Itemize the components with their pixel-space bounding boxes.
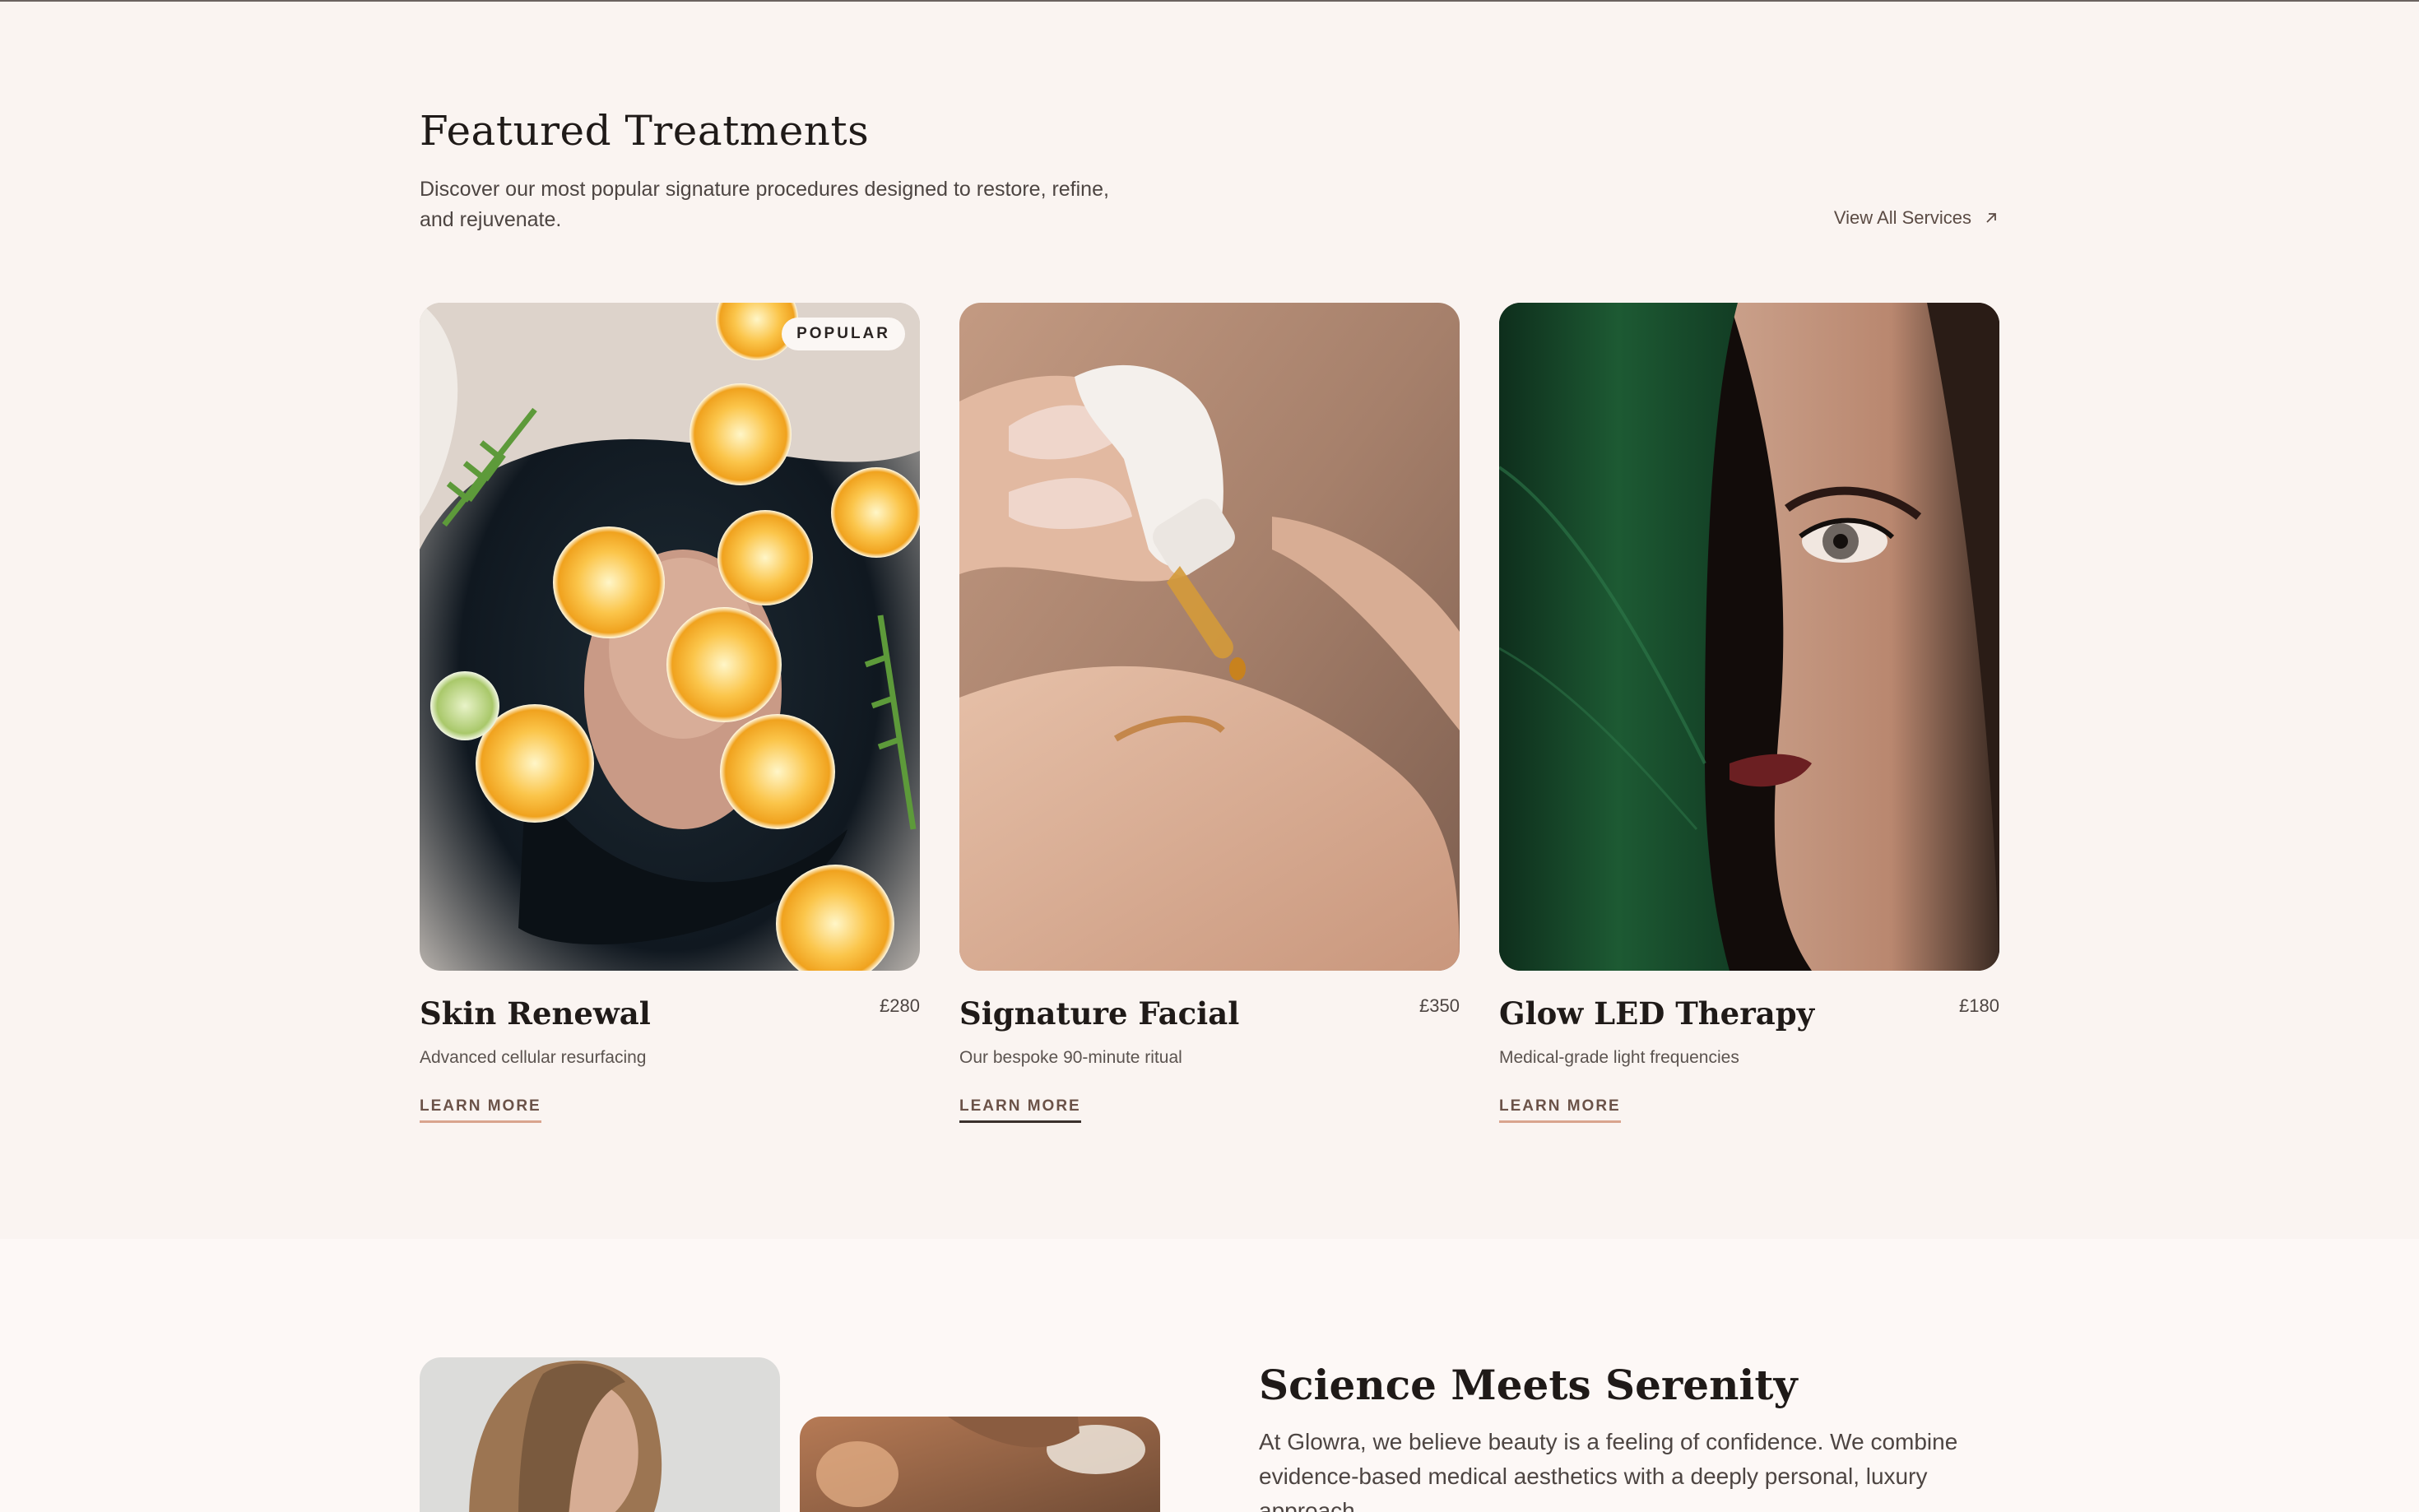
science-body: At Glowra, we believe beauty is a feelin…: [1259, 1429, 1958, 1512]
card-price: £180: [1959, 995, 1999, 1016]
card-subtitle: Medical-grade light frequencies: [1499, 1048, 1739, 1067]
science-meets-serenity-section: Science Meets Serenity At Glowra, we bel…: [0, 1239, 2419, 1512]
view-all-services-link[interactable]: View All Services: [1834, 207, 1999, 229]
card-subtitle: Our bespoke 90-minute ritual: [959, 1048, 1182, 1067]
learn-more-link[interactable]: LEARN MORE: [420, 1097, 541, 1123]
woman-portrait-image: [420, 1357, 780, 1512]
card-price: £280: [880, 995, 920, 1016]
treatment-image: [959, 303, 1460, 971]
popular-badge: POPULAR: [782, 318, 905, 350]
card-subtitle: Advanced cellular resurfacing: [420, 1048, 647, 1067]
arrow-up-right-icon: [1986, 213, 1996, 223]
treatment-image: POPULAR: [420, 303, 920, 971]
card-title: Skin Renewal: [420, 995, 651, 1032]
treatment-card-signature-facial[interactable]: Signature Facial £350 Our bespoke 90-min…: [959, 303, 1460, 1123]
learn-more-link[interactable]: LEARN MORE: [1499, 1097, 1621, 1123]
featured-treatments-section: Featured Treatments Discover our most po…: [0, 2, 2419, 1239]
treatment-card-skin-renewal[interactable]: POPULAR Skin Renewal £280 Advanced cellu…: [420, 303, 920, 1123]
section-description: Discover our most popular signature proc…: [420, 178, 1109, 231]
science-title: Science Meets Serenity: [1259, 1361, 1798, 1409]
card-title: Glow LED Therapy: [1499, 995, 1815, 1032]
spa-treatment-image: [800, 1417, 1160, 1512]
card-title: Signature Facial: [959, 995, 1240, 1032]
view-all-label: View All Services: [1833, 207, 1971, 228]
treatment-card-glow-led-therapy[interactable]: Glow LED Therapy £180 Medical-grade ligh…: [1499, 303, 1999, 1123]
learn-more-link[interactable]: LEARN MORE: [959, 1097, 1081, 1123]
card-price: £350: [1419, 995, 1460, 1016]
treatment-image: [1499, 303, 1999, 971]
section-title: Featured Treatments: [420, 107, 870, 155]
